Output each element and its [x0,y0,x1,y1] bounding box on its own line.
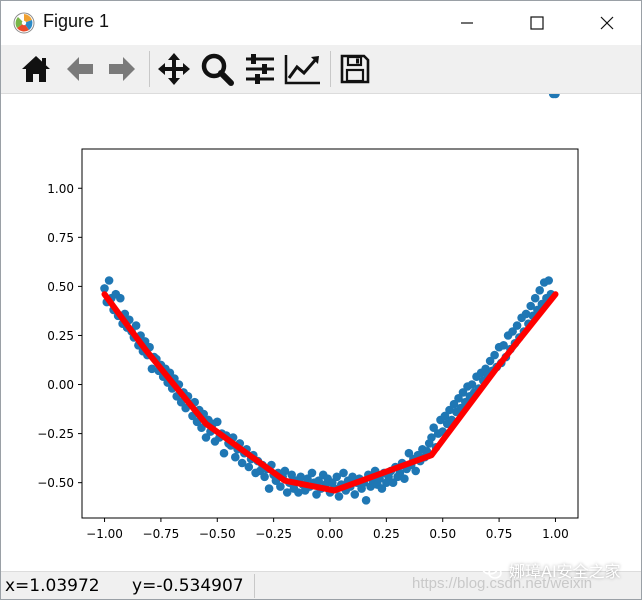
arrow-left-icon [67,57,93,81]
home-button[interactable] [17,50,55,88]
x-tick-label: 0.25 [373,527,400,541]
y-tick-label: 1.00 [47,182,74,196]
scatter-point [350,490,360,499]
subplots-button[interactable] [241,50,279,88]
scatter-point [544,276,553,285]
sliders-icon [246,54,274,84]
x-tick-label: −1.00 [86,527,123,541]
wechat-logo-icon [481,561,502,579]
scatter-point [104,276,114,285]
matplotlib-logo-icon [13,12,35,34]
scatter-point [411,466,421,476]
cursor-x: x=1.03972 [5,576,100,596]
edit-axes-button[interactable] [284,50,322,88]
close-icon [600,16,614,30]
move-icon [158,53,190,85]
scatter-point [361,496,371,505]
maximize-icon [530,16,544,30]
x-tick-label: 0.00 [317,527,344,541]
scatter-point [334,492,344,501]
zoom-button[interactable] [198,50,236,88]
cursor-y: y=-0.534907 [132,576,244,596]
y-tick-label: 0.25 [47,329,74,343]
axes-frame [81,148,579,519]
watermark-brand: 娜璋AI安全之家 [481,558,621,582]
scatter-point [339,468,348,478]
minimize-button[interactable] [437,1,497,45]
scatter-point [535,286,544,295]
figure-window: Figure 1 −1.00 −0.75 −0.50 −0.25 0.00 0.… [0,0,642,600]
scatter-series [100,89,560,505]
figure-canvas[interactable]: −1.00 −0.75 −0.50 −0.25 0.00 0.25 0.50 0.75 1.00… [1,89,641,571]
scatter-point [512,321,522,330]
back-button[interactable] [61,50,99,88]
scatter-point [213,417,222,427]
forward-button[interactable] [103,50,141,88]
line-chart-icon [284,55,320,85]
home-icon [22,56,50,82]
y-axis: −0.50 −0.25 0.00 0.25 0.50 0.75 1.00 [37,182,82,490]
scatter-point [276,482,285,491]
scatter-point [116,293,125,303]
y-tick-label: −0.50 [37,476,74,490]
y-tick-label: 0.75 [47,231,74,245]
minimize-icon [461,22,473,24]
scatter-point [244,462,254,472]
plot-figure[interactable]: −1.00 −0.75 −0.50 −0.25 0.00 0.25 0.50 0.75 1.00… [1,89,641,571]
x-tick-label: −0.25 [255,527,292,541]
arrow-right-icon [109,57,135,81]
x-tick-label: −0.50 [199,527,236,541]
floppy-disk-icon [340,54,370,84]
scatter-point [530,293,540,303]
scatter-point [307,468,317,478]
toolbar-separator [149,51,150,87]
title-bar[interactable]: Figure 1 [1,1,641,45]
navigation-toolbar [1,45,641,94]
scatter-point [231,452,240,462]
x-axis: −1.00 −0.75 −0.50 −0.25 0.00 0.25 0.50 0.75 1.00 [86,518,569,541]
magnifier-icon [201,53,234,86]
scatter-point [219,448,229,458]
cursor-coordinates: x=1.03972 y=-0.534907 [5,576,244,596]
scatter-point [490,350,499,360]
y-tick-label: 0.00 [47,378,74,392]
x-tick-label: 0.75 [486,527,513,541]
scatter-point [264,484,274,493]
save-button[interactable] [336,50,374,88]
toolbar-separator [330,51,331,87]
y-tick-label: 0.50 [47,280,74,294]
x-tick-label: 1.00 [542,527,569,541]
scatter-point [260,472,269,482]
x-tick-label: −0.75 [143,527,180,541]
watermark-brand-text: 娜璋AI安全之家 [509,562,621,581]
close-button[interactable] [577,1,637,45]
maximize-button[interactable] [507,1,567,45]
scatter-point [400,474,409,484]
pan-button[interactable] [155,50,193,88]
window-title: Figure 1 [43,11,110,31]
y-tick-label: −0.25 [37,427,74,441]
status-divider [254,574,255,598]
x-tick-label: 0.50 [429,527,456,541]
